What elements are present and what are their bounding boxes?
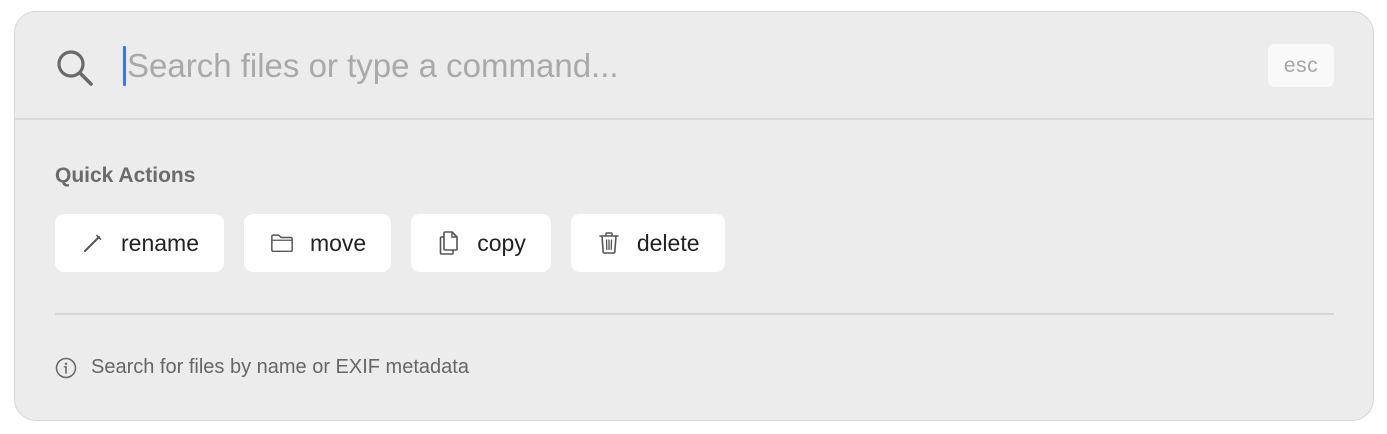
rename-label: rename (121, 229, 199, 256)
copy-label: copy (477, 229, 526, 256)
pencil-icon (81, 230, 105, 256)
hint-text: Search for files by name or EXIF metadat… (91, 356, 469, 378)
search-row: esc (15, 12, 1373, 120)
folder-icon (270, 230, 294, 256)
delete-button[interactable]: delete (570, 214, 725, 272)
divider (55, 313, 1334, 315)
quick-actions-list: rename move copy delete (55, 214, 725, 272)
copy-icon (437, 230, 461, 256)
rename-button[interactable]: rename (55, 214, 224, 272)
search-icon (55, 48, 95, 88)
copy-button[interactable]: copy (411, 214, 551, 272)
trash-icon (597, 230, 621, 256)
move-button[interactable]: move (243, 214, 392, 272)
move-label: move (309, 229, 367, 256)
search-input[interactable] (127, 42, 1227, 90)
info-icon (55, 357, 77, 379)
text-caret (123, 46, 126, 86)
hint: Search for files by name or EXIF metadat… (55, 356, 469, 379)
esc-button[interactable]: esc (1268, 44, 1334, 87)
delete-label: delete (636, 229, 700, 256)
command-palette: esc Quick Actions rename move (14, 11, 1374, 421)
quick-actions-heading: Quick Actions (55, 164, 196, 187)
